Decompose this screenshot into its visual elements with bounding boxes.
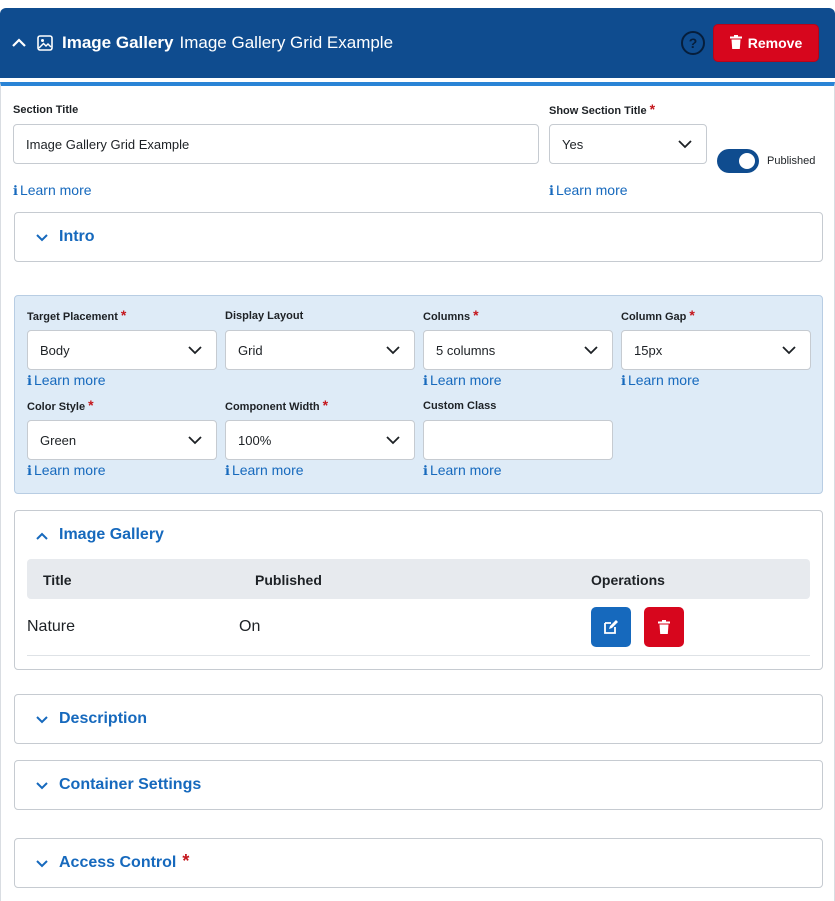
remove-button[interactable]: Remove <box>713 24 819 62</box>
learn-more-link[interactable]: ℹ Learn more <box>27 462 106 479</box>
component-type-label: Image Gallery <box>62 33 174 52</box>
description-card[interactable]: Description <box>14 694 823 744</box>
display-layout-label: Display Layout <box>225 310 304 322</box>
target-placement-label: Target Placement * <box>27 307 127 323</box>
column-header-title: Title <box>43 572 72 588</box>
column-gap-label: Column Gap * <box>621 307 695 323</box>
published-label: Published <box>767 155 816 167</box>
chevron-down-icon <box>678 140 692 149</box>
learn-more-link[interactable]: ℹ Learn more <box>225 462 304 479</box>
learn-more-link[interactable]: ℹ Learn more <box>621 372 700 389</box>
chevron-down-icon <box>584 346 598 355</box>
trash-icon <box>658 620 670 634</box>
show-section-title-select[interactable]: Yes <box>549 124 707 164</box>
row-divider <box>27 655 810 656</box>
chevron-down-icon <box>386 346 400 355</box>
columns-select[interactable]: 5 columns <box>423 330 613 370</box>
column-header-published: Published <box>255 572 322 588</box>
show-section-title-label: Show Section Title * <box>549 101 656 117</box>
description-title: Description <box>59 710 148 727</box>
row-title: Nature <box>27 618 76 635</box>
published-toggle[interactable] <box>717 149 759 173</box>
row-published: On <box>239 618 261 635</box>
section-header: Image Gallery Image Gallery Grid Example… <box>0 8 835 78</box>
chevron-down-icon <box>782 346 796 355</box>
image-gallery-title: Image Gallery <box>59 526 164 543</box>
info-icon: ℹ <box>423 463 428 478</box>
section-title-label: Section Title <box>13 104 79 116</box>
edit-icon <box>604 620 618 634</box>
columns-label: Columns * <box>423 307 479 323</box>
info-icon: ℹ <box>27 463 32 478</box>
chevron-down-icon <box>188 436 202 445</box>
info-icon: ℹ <box>621 373 626 388</box>
component-width-label: Component Width * <box>225 397 329 413</box>
chevron-up-icon[interactable] <box>35 529 49 543</box>
learn-more-link[interactable]: ℹ Learn more <box>423 462 502 479</box>
section-name: Image Gallery Grid Example <box>179 33 394 52</box>
learn-more-link[interactable]: ℹ Learn more <box>13 182 92 199</box>
image-icon <box>36 34 54 52</box>
display-layout-select[interactable]: Grid <box>225 330 415 370</box>
chevron-down-icon <box>386 436 400 445</box>
remove-label: Remove <box>747 35 803 51</box>
column-gap-select[interactable]: 15px <box>621 330 811 370</box>
chevron-down-icon <box>36 234 48 242</box>
table-header: Title Published Operations <box>27 559 810 599</box>
intro-title: Intro <box>59 228 95 245</box>
chevron-down-icon <box>188 346 202 355</box>
intro-card[interactable]: Intro <box>14 212 823 262</box>
column-header-operations: Operations <box>591 572 665 588</box>
learn-more-link[interactable]: ℹ Learn more <box>549 182 628 199</box>
chevron-down-icon <box>36 860 48 868</box>
learn-more-link[interactable]: ℹ Learn more <box>423 372 502 389</box>
info-icon: ℹ <box>225 463 230 478</box>
container-settings-card[interactable]: Container Settings <box>14 760 823 810</box>
chevron-down-icon <box>36 782 48 790</box>
image-gallery-card: Image Gallery Title Published Operations… <box>14 510 823 670</box>
delete-button[interactable] <box>644 607 684 647</box>
toggle-knob <box>739 153 755 169</box>
chevron-up-icon[interactable] <box>10 34 28 52</box>
access-control-title: Access Control * <box>59 851 190 871</box>
color-style-select[interactable]: Green <box>27 420 217 460</box>
info-icon: ℹ <box>27 373 32 388</box>
component-width-select[interactable]: 100% <box>225 420 415 460</box>
learn-more-link[interactable]: ℹ Learn more <box>27 372 106 389</box>
info-icon: ℹ <box>549 183 554 198</box>
help-button[interactable]: ? <box>681 31 705 55</box>
info-icon: ℹ <box>423 373 428 388</box>
container-settings-title: Container Settings <box>59 776 202 793</box>
info-icon: ℹ <box>13 183 18 198</box>
color-style-label: Color Style * <box>27 397 94 413</box>
options-panel: Target Placement * Body ℹ Learn more Displ… <box>14 295 823 494</box>
access-control-card[interactable]: Access Control * <box>14 838 823 888</box>
edit-button[interactable] <box>591 607 631 647</box>
chevron-down-icon <box>36 716 48 724</box>
section-body: Section Title Image Gallery Grid Example… <box>0 82 835 901</box>
custom-class-input[interactable] <box>423 420 613 460</box>
target-placement-select[interactable]: Body <box>27 330 217 370</box>
section-title-input[interactable]: Image Gallery Grid Example <box>13 124 539 164</box>
custom-class-label: Custom Class <box>423 400 497 412</box>
trash-icon <box>729 34 742 52</box>
